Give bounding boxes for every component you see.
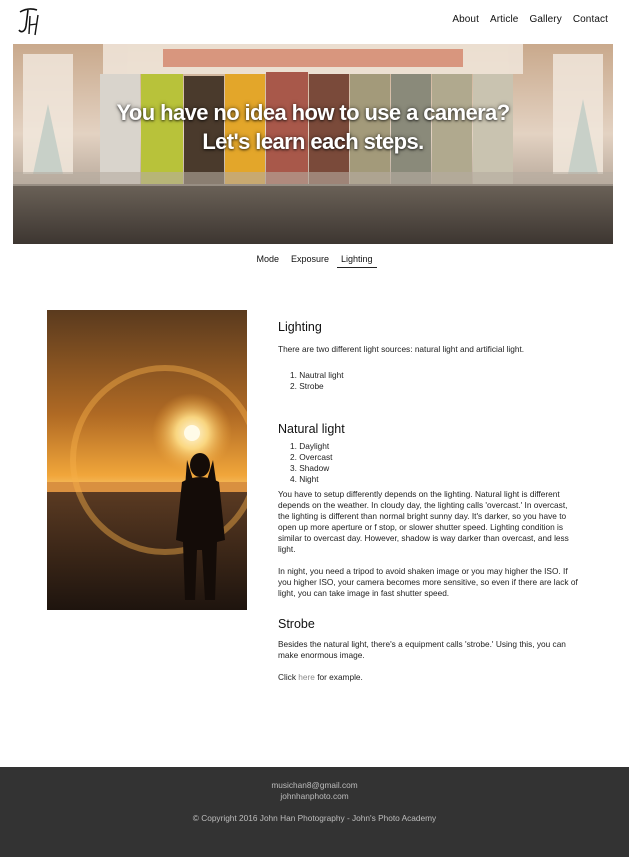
natural-light-heading: Natural light — [278, 422, 345, 436]
natural-light-paragraph-2: In night, you need a tripod to avoid sha… — [278, 566, 578, 598]
sunset-silhouette-image — [47, 310, 247, 610]
list-item: 2. Overcast — [290, 452, 333, 462]
click-prefix: Click — [278, 672, 299, 682]
example-link[interactable]: here — [298, 672, 315, 682]
hero-title: You have no idea how to use a camera? Le… — [13, 98, 613, 156]
hero-line-1: You have no idea how to use a camera? — [116, 100, 510, 125]
logo-icon[interactable] — [16, 6, 42, 38]
light-sources-list: 1. Nautral light 2. Strobe — [290, 370, 578, 392]
main-nav: About Article Gallery Contact — [441, 14, 608, 25]
section-tabs: Mode Exposure Lighting — [0, 254, 629, 268]
strobe-heading: Strobe — [278, 617, 315, 631]
hero-banner: You have no idea how to use a camera? Le… — [13, 44, 613, 244]
nav-gallery[interactable]: Gallery — [529, 14, 561, 25]
list-item: 1. Daylight — [290, 441, 330, 451]
click-suffix: for example. — [314, 672, 363, 682]
lighting-heading: Lighting — [278, 320, 322, 334]
strobe-paragraph: Besides the natural light, there's a equ… — [278, 639, 566, 660]
lighting-intro: There are two different light sources: n… — [278, 344, 525, 354]
footer-website[interactable]: johnhanphoto.com — [0, 791, 629, 801]
site-header: About Article Gallery Contact — [0, 0, 629, 44]
tab-lighting[interactable]: Lighting — [337, 254, 377, 268]
article-photo — [47, 310, 247, 610]
footer-email[interactable]: musichan8@gmail.com — [0, 780, 629, 790]
footer-copyright: © Copyright 2016 John Han Photography - … — [192, 813, 437, 823]
hero-line-2: Let's learn each steps. — [202, 129, 424, 154]
nav-contact[interactable]: Contact — [573, 14, 608, 25]
list-item: 3. Shadow — [290, 463, 330, 473]
list-item: 4. Night — [290, 474, 319, 484]
nav-article[interactable]: Article — [490, 14, 518, 25]
list-item: 1. Nautral light — [290, 370, 344, 380]
natural-light-paragraph-1: You have to setup differently depends on… — [278, 489, 569, 554]
natural-light-list: 1. Daylight 2. Overcast 3. Shadow 4. Nig… — [290, 441, 578, 485]
tab-exposure[interactable]: Exposure — [287, 254, 333, 268]
article-content: Lighting There are two different light s… — [278, 320, 578, 683]
site-footer: musichan8@gmail.com johnhanphoto.com © C… — [0, 767, 629, 857]
list-item: 2. Strobe — [290, 381, 324, 391]
tab-mode[interactable]: Mode — [252, 254, 283, 268]
strobe-click-line: Click here for example. — [278, 672, 578, 683]
nav-about[interactable]: About — [452, 14, 479, 25]
